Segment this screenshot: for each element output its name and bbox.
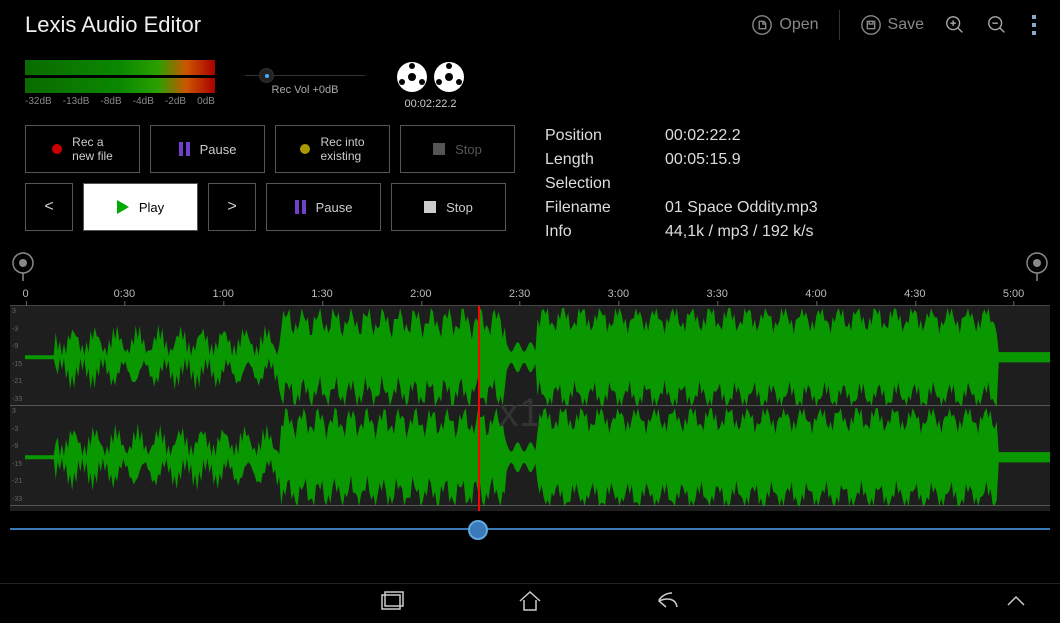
expand-button[interactable]	[1002, 587, 1030, 620]
timeline-scrollbar[interactable]	[10, 519, 1050, 539]
divider	[839, 10, 840, 40]
rec-new-file-button[interactable]: Rec a new file	[25, 125, 140, 173]
stop-icon	[424, 201, 436, 213]
info-panel: Position00:02:22.2 Length00:05:15.9 Sele…	[545, 125, 818, 241]
meter-label: -2dB	[165, 96, 186, 107]
menu-dot-icon	[1032, 15, 1036, 19]
info-value: 44,1k / mp3 / 192 k/s	[665, 223, 814, 241]
record-icon	[52, 144, 62, 154]
back-button[interactable]	[654, 587, 682, 620]
zoom-out-button[interactable]	[986, 14, 1008, 36]
scroll-line	[10, 528, 1050, 530]
recent-apps-icon	[378, 587, 406, 615]
ruler-tick: 0:30	[114, 288, 135, 300]
save-button[interactable]: Save	[860, 14, 924, 36]
zoom-label: x1	[499, 391, 541, 436]
pause-play-button[interactable]: Pause	[266, 183, 381, 231]
ruler-tick: 1:00	[212, 288, 233, 300]
playhead[interactable]	[478, 306, 480, 511]
timeline[interactable]: 0 0:30 1:00 1:30 2:00 2:30 3:00 3:30 4:0…	[10, 286, 1050, 511]
ruler-tick: 2:00	[410, 288, 431, 300]
ruler-tick: 2:30	[509, 288, 530, 300]
rec-existing-button[interactable]: Rec into existing	[275, 125, 390, 173]
meter-bar-left	[25, 60, 215, 75]
save-label: Save	[888, 16, 924, 34]
ruler-tick: 4:00	[805, 288, 826, 300]
play-label: Play	[139, 200, 164, 215]
recent-apps-button[interactable]	[378, 587, 406, 620]
chevron-up-icon	[1002, 587, 1030, 615]
zoom-out-icon	[986, 14, 1008, 36]
meter-bar-right	[25, 78, 215, 93]
position-label: Position	[545, 127, 665, 145]
meter-label: -8dB	[101, 96, 122, 107]
play-button[interactable]: Play	[83, 183, 198, 231]
ruler-tick: 5:00	[1003, 288, 1024, 300]
rec-volume-slider[interactable]: Rec Vol +0dB	[245, 60, 365, 96]
ruler-tick: 4:30	[904, 288, 925, 300]
file-open-icon	[751, 14, 773, 36]
seek-back-button[interactable]: <	[25, 183, 73, 231]
pause-icon	[179, 142, 190, 156]
zoom-in-button[interactable]	[944, 14, 966, 36]
level-meter: -32dB -13dB -8dB -4dB -2dB 0dB	[25, 60, 215, 107]
ruler-tick: 3:00	[608, 288, 629, 300]
pause-rec-button[interactable]: Pause	[150, 125, 265, 173]
play-icon	[117, 200, 129, 214]
position-value: 00:02:22.2	[665, 127, 741, 145]
stop-rec-label: Stop	[455, 142, 482, 157]
zoom-in-icon	[944, 14, 966, 36]
menu-dot-icon	[1032, 23, 1036, 27]
marker-start-icon[interactable]	[8, 251, 38, 281]
stop-icon	[433, 143, 445, 155]
pause-icon	[295, 200, 306, 214]
open-label: Open	[779, 16, 818, 34]
ruler-tick: 3:30	[706, 288, 727, 300]
rec-volume-knob[interactable]	[259, 68, 274, 83]
rec-existing-label: Rec into existing	[320, 135, 364, 164]
stop-play-label: Stop	[446, 200, 473, 215]
home-button[interactable]	[516, 587, 544, 620]
reel-time: 00:02:22.2	[405, 98, 457, 110]
selection-label: Selection	[545, 175, 665, 193]
back-icon	[654, 587, 682, 615]
open-button[interactable]: Open	[751, 14, 818, 36]
filename-value: 01 Space Oddity.mp3	[665, 199, 818, 217]
seek-forward-button[interactable]: >	[208, 183, 256, 231]
length-value: 00:05:15.9	[665, 151, 741, 169]
record-overlay-icon	[300, 144, 310, 154]
android-navbar	[0, 583, 1060, 623]
rec-volume-label: Rec Vol +0dB	[272, 84, 339, 96]
rec-new-label: Rec a new file	[72, 135, 113, 164]
stop-play-button[interactable]: Stop	[391, 183, 506, 231]
pause-rec-label: Pause	[200, 142, 237, 157]
info-label: Info	[545, 223, 665, 241]
menu-dot-icon	[1032, 31, 1036, 35]
save-icon	[860, 14, 882, 36]
meter-label: 0dB	[197, 96, 215, 107]
home-icon	[516, 587, 544, 615]
marker-end-icon[interactable]	[1022, 251, 1052, 281]
tape-reels: 00:02:22.2	[395, 60, 466, 110]
filename-label: Filename	[545, 199, 665, 217]
meter-label: -13dB	[63, 96, 90, 107]
app-title: Lexis Audio Editor	[25, 12, 201, 38]
meter-label: -4dB	[133, 96, 154, 107]
reel-icon	[395, 60, 429, 94]
reel-icon	[432, 60, 466, 94]
ruler-tick: 1:30	[311, 288, 332, 300]
length-label: Length	[545, 151, 665, 169]
stop-rec-button[interactable]: Stop	[400, 125, 515, 173]
scroll-thumb[interactable]	[468, 520, 488, 540]
menu-button[interactable]	[1028, 11, 1040, 39]
ruler-tick: 0	[23, 288, 29, 300]
meter-label: -32dB	[25, 96, 52, 107]
pause-play-label: Pause	[316, 200, 353, 215]
ruler: 0 0:30 1:00 1:30 2:00 2:30 3:00 3:30 4:0…	[10, 286, 1050, 306]
